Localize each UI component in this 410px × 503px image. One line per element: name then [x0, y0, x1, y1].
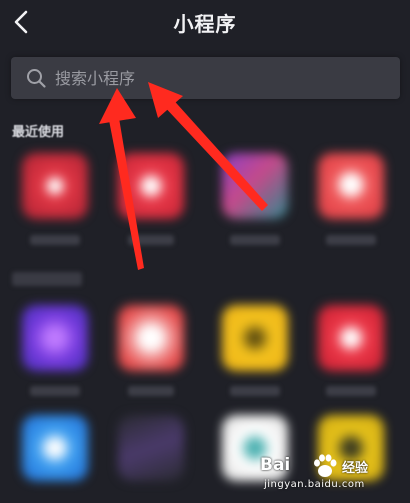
app-tile[interactable]: [22, 305, 88, 371]
watermark-suffix: 经验: [342, 461, 369, 476]
search-input[interactable]: [55, 57, 385, 99]
page-title: 小程序: [173, 12, 237, 36]
chevron-left-icon: [14, 10, 28, 34]
app-label-placeholder: [30, 386, 80, 396]
section-title-blurred: [12, 272, 82, 286]
recent-app-3[interactable]: [222, 153, 288, 219]
mini-programs-screen: 小程序 最近使用: [0, 0, 410, 503]
app-label-placeholder: [230, 235, 280, 245]
app-label-placeholder: [326, 386, 376, 396]
header: 小程序: [0, 0, 410, 46]
app-tile[interactable]: [222, 305, 288, 371]
baidu-jingyan-watermark: Bai 经验 jingyan.baidu.com: [260, 451, 400, 495]
app-label-placeholder: [128, 235, 174, 245]
app-label-placeholder: [326, 235, 376, 245]
watermark-domain: jingyan.baidu.com: [264, 479, 365, 490]
paw-icon: [314, 454, 337, 477]
back-button[interactable]: [6, 4, 36, 40]
app-tile[interactable]: [118, 305, 184, 371]
app-tile[interactable]: [22, 415, 88, 481]
app-tile[interactable]: [118, 415, 184, 481]
recent-app-1[interactable]: [22, 153, 88, 219]
recent-app-2[interactable]: [118, 153, 184, 219]
app-label-placeholder: [30, 235, 80, 245]
section-title-recent: 最近使用: [12, 125, 65, 140]
recent-app-4[interactable]: [318, 153, 384, 219]
search-icon: [27, 69, 46, 88]
app-label-placeholder: [230, 386, 280, 396]
app-label-placeholder: [128, 386, 174, 396]
app-tile[interactable]: [318, 305, 384, 371]
search-bar[interactable]: [11, 57, 400, 99]
watermark-brand: Bai: [260, 455, 291, 475]
